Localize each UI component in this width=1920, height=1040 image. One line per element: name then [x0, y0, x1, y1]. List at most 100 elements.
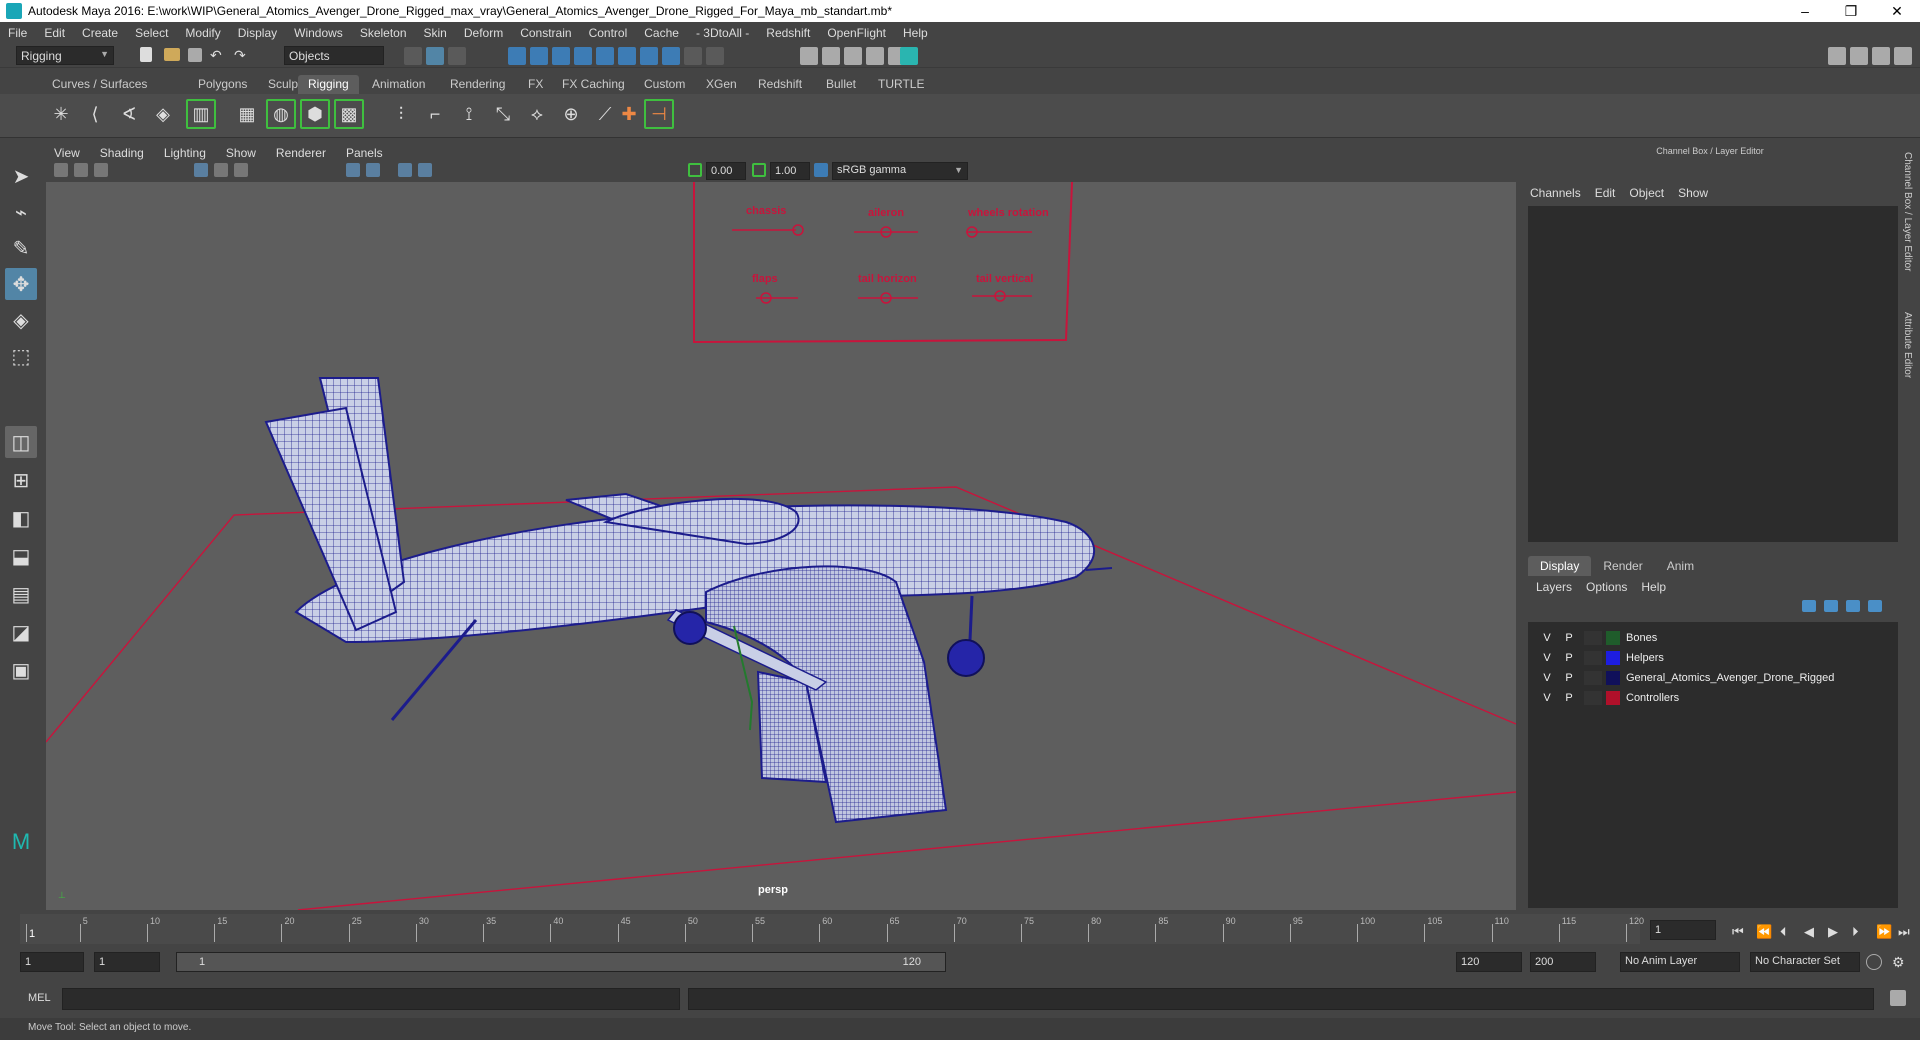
close-button[interactable]: ✕: [1874, 3, 1920, 20]
snap-curve-icon[interactable]: [530, 47, 548, 65]
joint-tool-icon[interactable]: ✳: [46, 99, 76, 129]
lock-icon[interactable]: [684, 47, 702, 65]
go-to-end-icon[interactable]: ⏭: [1898, 924, 1910, 940]
tab-render[interactable]: Render: [1591, 556, 1654, 576]
snap-vertex-icon[interactable]: [618, 47, 636, 65]
snap-grid-icon[interactable]: [508, 47, 526, 65]
control-chassis-slider[interactable]: [732, 224, 804, 236]
menu-constrain[interactable]: Constrain: [520, 26, 571, 40]
select-by-object-icon[interactable]: [426, 47, 444, 65]
menu-skeleton[interactable]: Skeleton: [360, 26, 407, 40]
point-constraint-icon[interactable]: ⫶: [386, 99, 416, 129]
ipr-render-icon[interactable]: [844, 47, 862, 65]
selection-mode-dropdown[interactable]: Objects: [284, 46, 384, 65]
color-management-icon[interactable]: [814, 163, 828, 177]
panel-menu-renderer[interactable]: Renderer: [276, 146, 326, 160]
layout-icon[interactable]: [1828, 47, 1846, 65]
redshift-render-icon[interactable]: [900, 47, 918, 65]
menu-set-dropdown[interactable]: Rigging ▼: [16, 46, 114, 65]
shelf-tab-fx-caching[interactable]: FX Caching: [552, 75, 635, 94]
side-tab-channel-box[interactable]: Channel Box / Layer Editor: [1902, 152, 1913, 272]
image-plane-icon[interactable]: [94, 163, 108, 177]
gamma-field[interactable]: 1.00: [770, 162, 810, 180]
step-back-key-icon[interactable]: ⏪: [1756, 924, 1772, 940]
layer-row[interactable]: V P Helpers: [1528, 648, 1898, 668]
move-tool-icon[interactable]: ✥: [5, 268, 37, 300]
shelf-tab-polygons[interactable]: Polygons: [188, 75, 257, 94]
menu-redshift[interactable]: Redshift: [766, 26, 810, 40]
auto-key-icon[interactable]: [1866, 954, 1882, 970]
locator-icon[interactable]: ✚: [614, 99, 644, 129]
ik-spline-icon[interactable]: ∢: [114, 99, 144, 129]
ik-handle-icon[interactable]: ⟨: [80, 99, 110, 129]
undo-icon[interactable]: ↶: [210, 47, 228, 65]
menu-3dtoall[interactable]: - 3DtoAll -: [696, 26, 749, 40]
layer-color-swatch[interactable]: [1606, 671, 1620, 685]
playback-start-field[interactable]: 1: [94, 952, 160, 972]
menu-windows[interactable]: Windows: [294, 26, 343, 40]
control-aileron-slider[interactable]: [854, 226, 918, 238]
view-transform-dropdown[interactable]: sRGB gamma ▼: [832, 162, 968, 180]
menu-openflight[interactable]: OpenFlight: [827, 26, 886, 40]
construction-history-icon[interactable]: [662, 47, 680, 65]
outliner-layout-icon[interactable]: [1850, 47, 1868, 65]
menu-create[interactable]: Create: [82, 26, 118, 40]
set-driven-key-icon[interactable]: ⊣: [644, 99, 674, 129]
channel-list[interactable]: [1528, 206, 1898, 542]
scale-constraint-icon[interactable]: ⤡: [488, 99, 518, 129]
hypershade-layout-icon[interactable]: ▤: [5, 578, 37, 610]
wireframe-icon[interactable]: [346, 163, 360, 177]
menu-modify[interactable]: Modify: [185, 26, 220, 40]
redo-icon[interactable]: ↷: [234, 47, 252, 65]
exposure-field[interactable]: 0.00: [706, 162, 746, 180]
shelf-tab-rendering[interactable]: Rendering: [440, 75, 515, 94]
layer-playback-toggle[interactable]: P: [1558, 672, 1580, 684]
shelf-tab-animation[interactable]: Animation: [362, 75, 435, 94]
wireframe-on-shaded-icon[interactable]: [398, 163, 412, 177]
tab-anim[interactable]: Anim: [1655, 556, 1706, 576]
layer-type-toggle[interactable]: [1584, 651, 1602, 665]
animation-start-field[interactable]: 1: [20, 952, 84, 972]
render-view-icon[interactable]: [800, 47, 818, 65]
play-forward-icon[interactable]: ▶: [1828, 924, 1838, 940]
animation-preferences-icon[interactable]: ⚙: [1892, 954, 1908, 970]
playback-end-field[interactable]: 120: [1456, 952, 1522, 972]
persp-outliner-layout-icon[interactable]: ◧: [5, 502, 37, 534]
drone-model[interactable]: [264, 377, 1113, 824]
menu-edit[interactable]: Edit: [44, 26, 65, 40]
menu-deform[interactable]: Deform: [464, 26, 503, 40]
channel-box-menu-channels[interactable]: Channels: [1530, 186, 1581, 200]
layer-row[interactable]: V P Bones: [1528, 628, 1898, 648]
aim-constraint-icon[interactable]: ⟡: [522, 99, 552, 129]
single-pane-icon[interactable]: [1872, 47, 1890, 65]
snap-view-plane-icon[interactable]: [574, 47, 592, 65]
wire-icon[interactable]: ▩: [334, 99, 364, 129]
single-perspective-layout-icon[interactable]: ◫: [5, 426, 37, 458]
four-view-layout-icon[interactable]: ⊞: [5, 464, 37, 496]
side-tab-attribute-editor[interactable]: Attribute Editor: [1902, 312, 1913, 378]
menu-select[interactable]: Select: [135, 26, 168, 40]
camera-attributes-icon[interactable]: [54, 163, 68, 177]
maya-home-icon[interactable]: M: [5, 826, 37, 858]
step-back-frame-icon[interactable]: ⏴: [1780, 924, 1787, 940]
exposure-toggle-icon[interactable]: [688, 163, 702, 177]
channel-box-menu-edit[interactable]: Edit: [1595, 186, 1616, 200]
menu-display[interactable]: Display: [238, 26, 277, 40]
animation-end-field[interactable]: 200: [1530, 952, 1596, 972]
maximize-button[interactable]: ❐: [1828, 3, 1874, 20]
menu-control[interactable]: Control: [589, 26, 628, 40]
control-tail-horizon-slider[interactable]: [858, 292, 918, 304]
layer-row[interactable]: V P Controllers: [1528, 688, 1898, 708]
move-layer-up-icon[interactable]: [1802, 600, 1816, 612]
layer-type-toggle[interactable]: [1584, 671, 1602, 685]
character-set-dropdown[interactable]: No Character Set: [1750, 952, 1860, 972]
control-flaps-slider[interactable]: [756, 292, 798, 304]
layer-row[interactable]: V P General_Atomics_Avenger_Drone_Rigged: [1528, 668, 1898, 688]
select-tool-icon[interactable]: ➤: [5, 160, 37, 192]
layer-playback-toggle[interactable]: P: [1558, 692, 1580, 704]
layer-type-toggle[interactable]: [1584, 631, 1602, 645]
channel-box-menu-object[interactable]: Object: [1629, 186, 1664, 200]
channel-box-menu-show[interactable]: Show: [1678, 186, 1708, 200]
select-by-hierarchy-icon[interactable]: [404, 47, 422, 65]
menu-file[interactable]: File: [8, 26, 27, 40]
